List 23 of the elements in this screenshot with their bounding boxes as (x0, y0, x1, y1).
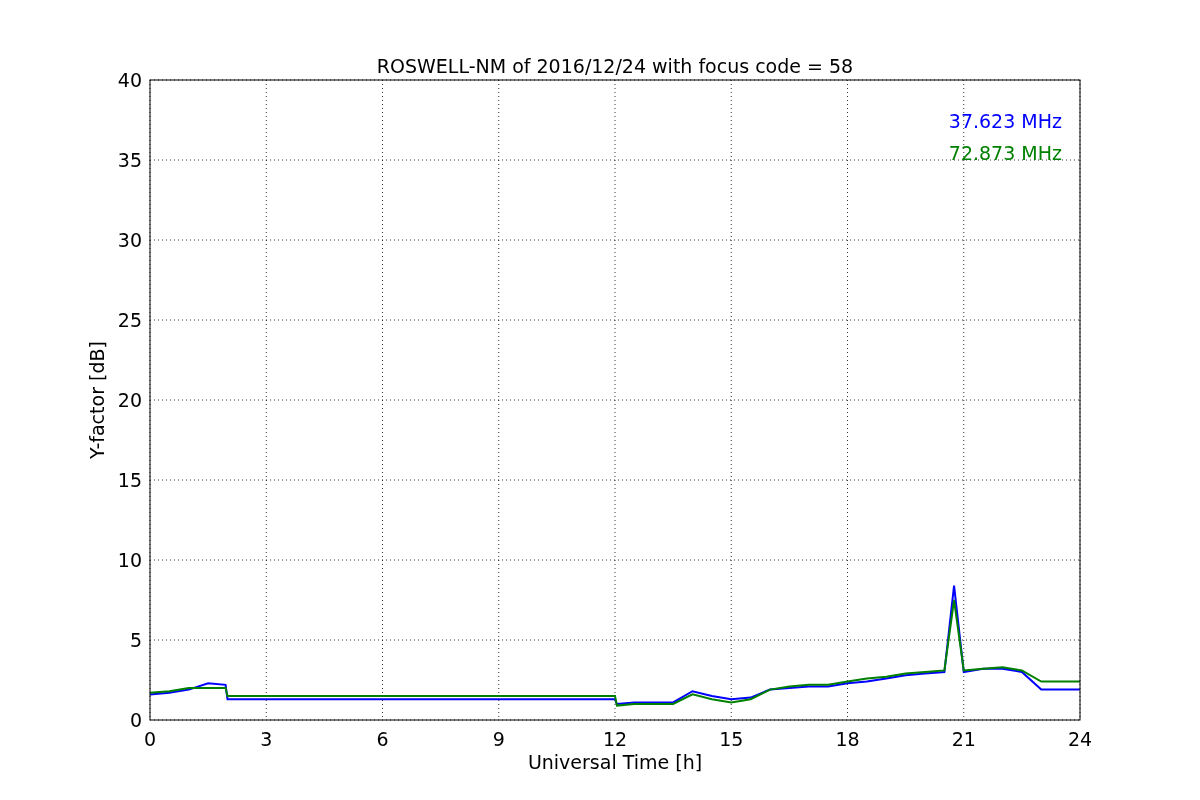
y-axis-label: Y-factor [dB] (86, 341, 108, 459)
x-tick-label: 18 (835, 728, 860, 750)
x-tick-label: 0 (143, 728, 157, 750)
x-tick-label: 3 (260, 728, 273, 750)
legend-label: 72.873 MHz (948, 142, 1062, 164)
x-tick-label: 24 (1067, 728, 1093, 750)
y-tick-label: 0 (129, 709, 142, 731)
x-tick-label: 12 (602, 728, 628, 750)
y-tick-label: 5 (129, 629, 142, 651)
x-axis-label: Universal Time [h] (527, 751, 703, 773)
y-tick-label: 25 (117, 309, 142, 331)
y-tick-label: 30 (117, 229, 142, 251)
x-tick-label: 15 (719, 728, 744, 750)
x-tick-label: 21 (951, 728, 976, 750)
y-tick-label: 20 (117, 389, 142, 411)
y-tick-label: 40 (117, 69, 142, 91)
x-tick-label: 9 (492, 728, 505, 750)
y-tick-label: 15 (117, 469, 142, 491)
chart-title: ROSWELL-NM of 2016/12/24 with focus code = 58 (376, 55, 854, 77)
y-tick-label: 10 (117, 549, 142, 571)
x-tick-label: 6 (376, 728, 389, 750)
y-tick-label: 35 (117, 149, 142, 171)
legend-label: 37.623 MHz (948, 110, 1062, 132)
